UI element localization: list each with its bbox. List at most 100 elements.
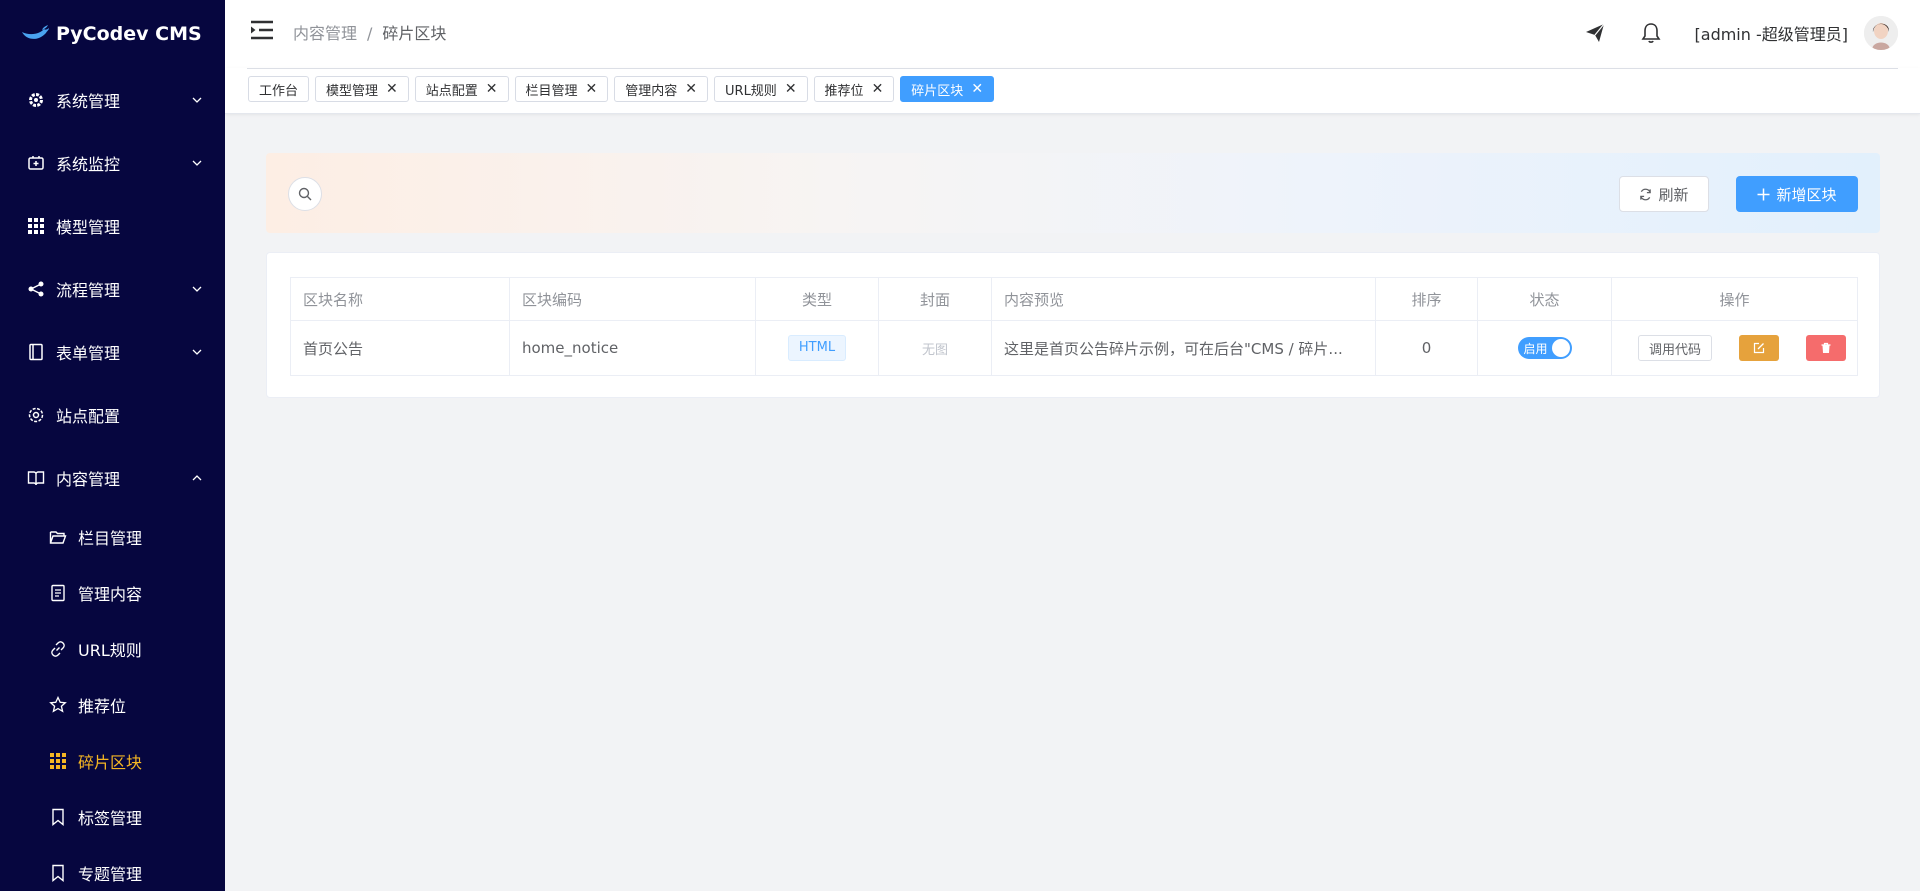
tag-label: 栏目管理 [525, 83, 578, 99]
close-icon[interactable]: ✕ [386, 81, 398, 97]
user-name[interactable]: [admin -超级管理员] [1695, 21, 1848, 45]
menu-label: 系统管理 [56, 91, 121, 111]
grid-icon [48, 751, 68, 771]
menu-item-monitor[interactable]: 系统监控 [0, 131, 225, 194]
chevron-down-icon [191, 346, 203, 358]
menu-item-workflow[interactable]: 流程管理 [0, 257, 225, 320]
call-code-button[interactable]: 调用代码 [1638, 335, 1713, 361]
column-header: 状态 [1477, 277, 1612, 321]
column-header: 区块名称 [290, 277, 510, 321]
search-button[interactable] [288, 177, 322, 211]
delete-button[interactable] [1806, 335, 1847, 361]
bell-icon[interactable] [1639, 21, 1663, 45]
close-icon[interactable]: ✕ [872, 81, 884, 97]
refresh-button[interactable]: 刷新 [1619, 176, 1709, 212]
add-block-label: 新增区块 [1776, 185, 1837, 204]
submenu-item-recommend[interactable]: 推荐位 [0, 677, 225, 733]
add-block-button[interactable]: 新增区块 [1736, 176, 1858, 212]
send-icon[interactable] [1583, 21, 1607, 45]
menu-item-site-config[interactable]: 站点配置 [0, 383, 225, 446]
app-logo[interactable]: PyCodev CMS [0, 0, 225, 68]
close-icon[interactable]: ✕ [586, 81, 598, 97]
plus-icon [1757, 188, 1770, 201]
column-header: 内容预览 [991, 277, 1376, 321]
menu-label: 站点配置 [56, 406, 121, 426]
tag-column-manage[interactable]: 栏目管理 ✕ [514, 76, 609, 102]
table-card: 区块名称 区块编码 类型 封面 内容预览 排序 状态 操作 首页公告 home_… [266, 252, 1880, 398]
table-header-row: 区块名称 区块编码 类型 封面 内容预览 排序 状态 操作 [290, 277, 1858, 321]
submenu-label: 专题管理 [78, 865, 143, 884]
menu-label: 系统监控 [56, 154, 121, 174]
menu-item-forms[interactable]: 表单管理 [0, 320, 225, 383]
folder-icon [48, 527, 68, 547]
header-actions: [admin -超级管理员] [1583, 16, 1898, 50]
edit-icon [1753, 342, 1765, 354]
submenu-item-columns[interactable]: 栏目管理 [0, 509, 225, 565]
submenu-label: 栏目管理 [78, 529, 143, 548]
close-icon[interactable]: ✕ [685, 81, 697, 97]
chevron-down-icon [191, 157, 203, 169]
column-header: 排序 [1375, 277, 1478, 321]
refresh-icon [1639, 188, 1652, 201]
submenu-item-fragments[interactable]: 碎片区块 [0, 733, 225, 789]
gear-icon [26, 90, 46, 110]
tag-fragments[interactable]: 碎片区块 ✕ [900, 76, 995, 102]
tags-list: 工作台 模型管理 ✕ 站点配置 ✕ 栏目管理 ✕ 管理内容 ✕ URL规则 ✕ 推荐位 ✕ … [248, 76, 1000, 102]
column-header: 操作 [1611, 277, 1858, 321]
column-header: 类型 [755, 277, 879, 321]
tag-workbench[interactable]: 工作台 [248, 76, 310, 102]
submenu-item-manage-content[interactable]: 管理内容 [0, 565, 225, 621]
breadcrumb-separator: / [367, 24, 373, 43]
table-row: 首页公告 home_notice HTML 无图 这里是首页公告碎片示例，可在后… [290, 320, 1858, 376]
type-badge: HTML [787, 335, 847, 361]
menu-item-model[interactable]: 模型管理 [0, 194, 225, 257]
status-cell: 启用 [1477, 320, 1612, 376]
submenu-item-url-rules[interactable]: URL规则 [0, 621, 225, 677]
tag-label: 工作台 [259, 83, 299, 99]
chevron-down-icon [191, 283, 203, 295]
sort-cell: 0 [1375, 320, 1478, 376]
tag-manage-content[interactable]: 管理内容 ✕ [614, 76, 709, 102]
breadcrumb-item[interactable]: 内容管理 [293, 24, 357, 43]
submenu-label: 推荐位 [78, 697, 127, 716]
actions-cell: 调用代码 [1611, 320, 1858, 376]
tag-site-config[interactable]: 站点配置 ✕ [414, 76, 509, 102]
bookmark-icon [48, 807, 68, 827]
status-toggle-label: 启用 [1523, 341, 1548, 356]
share-icon [26, 279, 46, 299]
edit-button[interactable] [1739, 335, 1780, 361]
chevron-up-icon [191, 472, 203, 484]
chevron-down-icon [191, 94, 203, 106]
tag-model-manage[interactable]: 模型管理 ✕ [315, 76, 409, 102]
submenu-label: 碎片区块 [78, 753, 143, 772]
cover-cell: 无图 [878, 320, 992, 376]
close-icon[interactable]: ✕ [785, 81, 797, 97]
trash-icon [1820, 342, 1832, 354]
close-icon[interactable]: ✕ [971, 81, 983, 97]
tag-recommend[interactable]: 推荐位 ✕ [813, 76, 895, 102]
block-name-cell: 首页公告 [290, 320, 510, 376]
close-icon[interactable]: ✕ [486, 81, 498, 97]
avatar[interactable] [1864, 16, 1898, 50]
app-title: PyCodev CMS [56, 23, 202, 45]
submenu-item-topics[interactable]: 专题管理 [0, 845, 225, 891]
tag-label: 碎片区块 [911, 83, 964, 99]
type-cell: HTML [755, 320, 879, 376]
settings-icon [26, 405, 46, 425]
menu-toggle-icon[interactable] [251, 20, 273, 40]
fragments-table: 区块名称 区块编码 类型 封面 内容预览 排序 状态 操作 首页公告 home_… [290, 277, 1858, 376]
column-header: 区块编码 [509, 277, 756, 321]
tag-label: 站点配置 [425, 83, 478, 99]
menu-item-system[interactable]: 系统管理 [0, 68, 225, 131]
menu-label: 流程管理 [56, 280, 121, 300]
submenu-item-tags[interactable]: 标签管理 [0, 789, 225, 845]
tag-label: 推荐位 [824, 83, 864, 99]
tags-view-bar: 工作台 模型管理 ✕ 站点配置 ✕ 栏目管理 ✕ 管理内容 ✕ URL规则 ✕ 推荐位 ✕ … [225, 68, 1920, 114]
tag-url-rules[interactable]: URL规则 ✕ [714, 76, 808, 102]
menu-item-content[interactable]: 内容管理 [0, 446, 225, 509]
breadcrumb-current: 碎片区块 [382, 24, 447, 43]
submenu-label: URL规则 [78, 641, 142, 660]
status-toggle[interactable]: 启用 [1517, 337, 1572, 359]
tag-label: 管理内容 [625, 83, 678, 99]
grid-icon [26, 216, 46, 236]
